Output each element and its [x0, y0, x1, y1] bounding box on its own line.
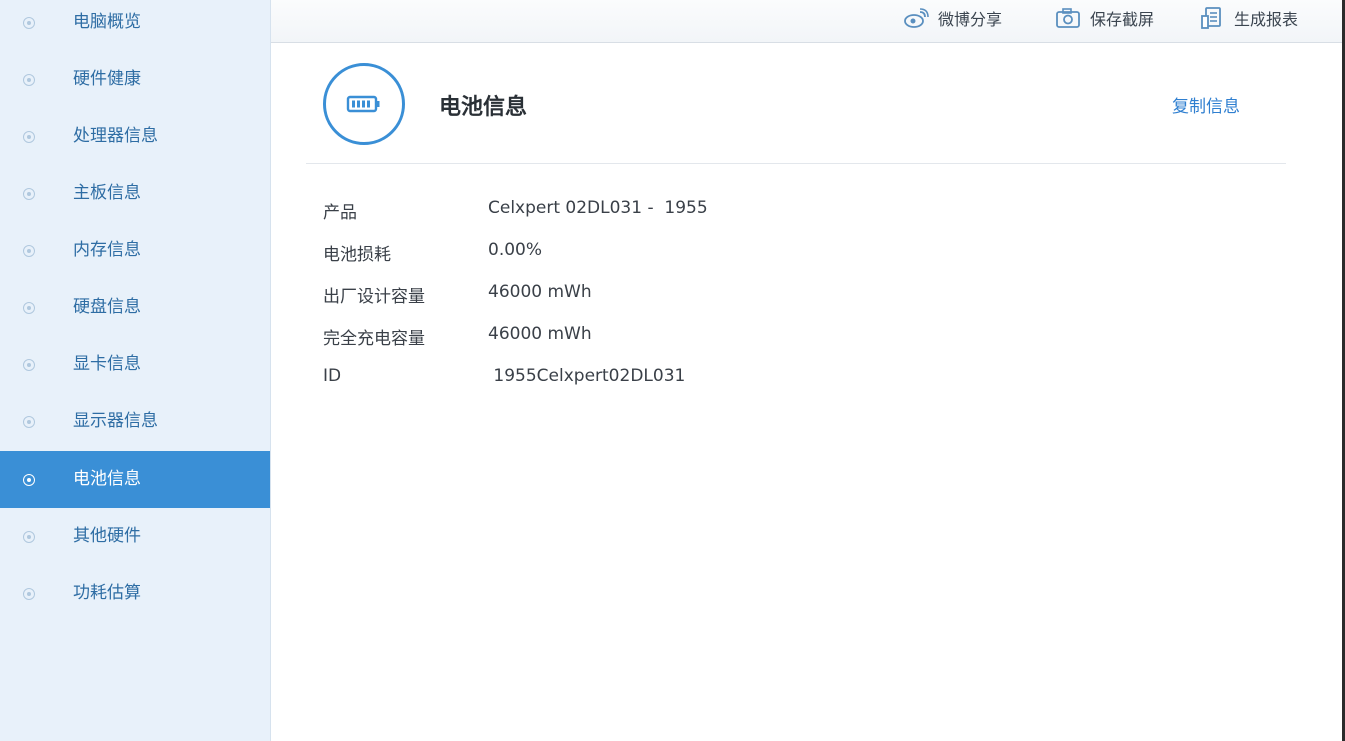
radio-dot-icon — [23, 244, 35, 257]
sidebar-item-battery[interactable]: 电池信息 — [0, 451, 270, 508]
info-value: Celxpert 02DL031 - 1955 — [488, 198, 708, 218]
sidebar-item-label: 其他硬件 — [73, 526, 141, 546]
sidebar-item-label: 处理器信息 — [73, 126, 158, 146]
info-key: ID — [323, 366, 342, 386]
generate-report-label: 生成报表 — [1234, 10, 1299, 29]
info-key: 完全充电容量 — [323, 329, 425, 349]
info-value: 0.00% — [488, 240, 543, 260]
battery-info-panel: 电池信息 复制信息 产品 Celxpert 02DL031 - 1955 电池损… — [271, 43, 1342, 741]
battery-icon-badge — [323, 63, 405, 145]
sidebar-item-cpu[interactable]: 处理器信息 — [0, 108, 270, 165]
radio-dot-icon — [23, 358, 35, 371]
copy-info-link[interactable]: 复制信息 — [1172, 92, 1240, 117]
sidebar-item-gpu[interactable]: 显卡信息 — [0, 336, 270, 393]
save-screenshot-button[interactable]: 保存截屏 — [1054, 0, 1154, 36]
weibo-icon — [902, 6, 930, 30]
sidebar-item-monitor[interactable]: 显示器信息 — [0, 393, 270, 450]
generate-report-button[interactable]: 生成报表 — [1198, 0, 1298, 36]
toolbar: 微博分享 保存截屏 生成报表 — [271, 0, 1343, 43]
info-key: 出厂设计容量 — [323, 287, 425, 307]
info-value: 1955Celxpert02DL031 — [488, 366, 686, 386]
info-key: 产品 — [323, 203, 357, 223]
sidebar-item-memory[interactable]: 内存信息 — [0, 222, 270, 279]
report-icon — [1198, 6, 1226, 30]
radio-dot-icon — [23, 16, 35, 29]
sidebar: 电脑概览 硬件健康 处理器信息 主板信息 内存信息 硬盘信息 显卡信息 显示器信… — [0, 0, 271, 741]
sidebar-item-other-hardware[interactable]: 其他硬件 — [0, 508, 270, 565]
weibo-share-button[interactable]: 微博分享 — [902, 0, 1002, 36]
sidebar-item-label: 电池信息 — [73, 469, 141, 489]
sidebar-item-label: 功耗估算 — [73, 583, 141, 603]
radio-dot-icon — [23, 130, 35, 143]
camera-icon — [1054, 6, 1082, 30]
sidebar-item-label: 硬盘信息 — [73, 297, 141, 317]
app-window: 电脑概览 硬件健康 处理器信息 主板信息 内存信息 硬盘信息 显卡信息 显示器信… — [0, 0, 1345, 741]
sidebar-item-label: 电脑概览 — [73, 12, 141, 32]
battery-icon — [346, 95, 380, 113]
info-value: 46000 mWh — [488, 282, 592, 302]
header-divider — [306, 163, 1286, 164]
radio-dot-icon — [23, 301, 35, 314]
sidebar-item-hardware-health[interactable]: 硬件健康 — [0, 51, 270, 108]
weibo-share-label: 微博分享 — [938, 10, 1003, 29]
radio-dot-icon — [23, 415, 35, 428]
sidebar-item-label: 显卡信息 — [73, 354, 141, 374]
radio-dot-icon — [23, 187, 35, 200]
sidebar-item-disk[interactable]: 硬盘信息 — [0, 279, 270, 336]
info-value: 46000 mWh — [488, 324, 592, 344]
sidebar-item-overview[interactable]: 电脑概览 — [0, 0, 270, 51]
radio-dot-icon — [23, 587, 35, 600]
radio-dot-icon — [23, 530, 35, 543]
sidebar-item-label: 显示器信息 — [73, 411, 158, 431]
sidebar-item-label: 硬件健康 — [73, 69, 141, 89]
sidebar-item-label: 内存信息 — [73, 240, 141, 260]
radio-dot-icon — [23, 73, 35, 86]
save-screenshot-label: 保存截屏 — [1090, 10, 1155, 29]
sidebar-item-label: 主板信息 — [73, 183, 141, 203]
sidebar-item-power-estimate[interactable]: 功耗估算 — [0, 565, 270, 622]
sidebar-item-motherboard[interactable]: 主板信息 — [0, 165, 270, 222]
radio-dot-icon — [23, 473, 35, 486]
info-key: 电池损耗 — [323, 245, 391, 265]
page-title: 电池信息 — [439, 95, 528, 120]
